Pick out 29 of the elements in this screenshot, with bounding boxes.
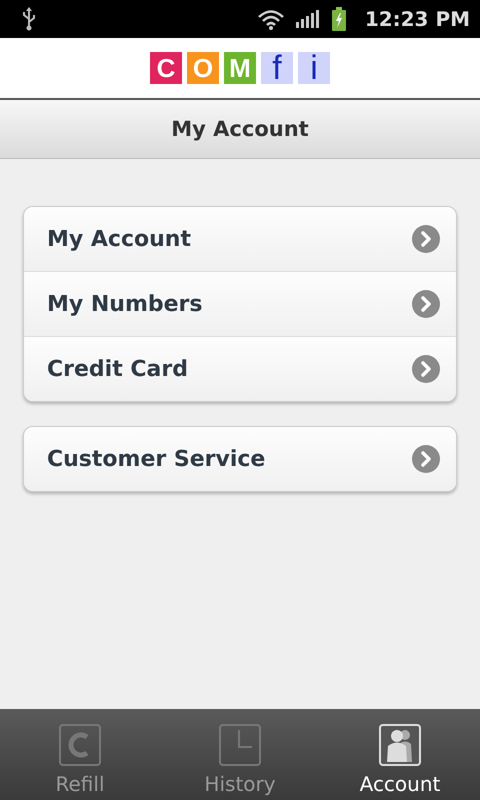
menu-item[interactable]: My Account: [24, 207, 456, 271]
logo-letter: O: [187, 52, 219, 84]
battery-icon: [330, 7, 347, 31]
menu-item[interactable]: Customer Service: [24, 427, 456, 491]
chevron-right-icon: [412, 355, 440, 383]
menu-item-label: Customer Service: [47, 446, 266, 472]
logo-letter: C: [150, 52, 182, 84]
tab[interactable]: Refill: [0, 709, 160, 800]
wifi-icon: [256, 8, 285, 30]
person-icon: [379, 724, 421, 766]
menu-item-label: My Account: [47, 226, 191, 252]
menu-item-label: Credit Card: [47, 356, 188, 382]
logo-letter: i: [298, 52, 330, 84]
clock-text: 12:23 PM: [364, 7, 470, 31]
menu-item-label: My Numbers: [47, 292, 203, 316]
clock-icon: [219, 724, 261, 766]
page-title: My Account: [171, 117, 309, 141]
tab[interactable]: Account: [320, 709, 480, 800]
chevron-right-icon: [412, 290, 440, 318]
menu-item[interactable]: Credit Card: [24, 336, 456, 401]
refill-icon: [59, 724, 101, 766]
logo-letter: M: [224, 52, 256, 84]
logo-letter: f: [261, 52, 293, 84]
usb-icon: [22, 7, 36, 31]
tab[interactable]: History: [160, 709, 320, 800]
signal-icon: [294, 8, 321, 30]
chevron-right-icon: [412, 225, 440, 253]
chevron-right-icon: [412, 445, 440, 473]
menu-item[interactable]: My Numbers: [24, 271, 456, 336]
